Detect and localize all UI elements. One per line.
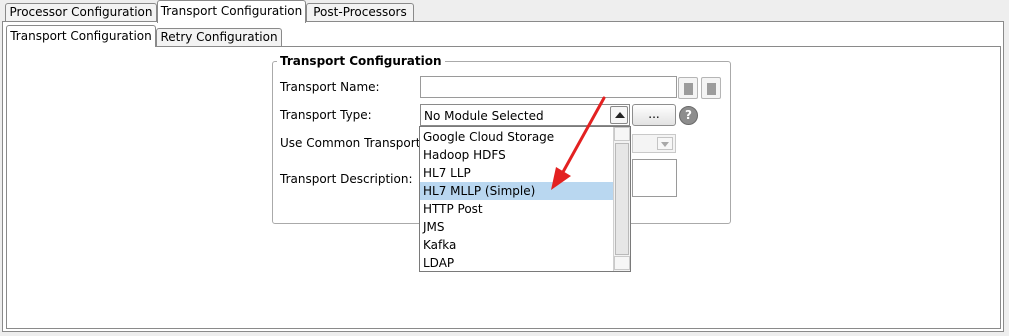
transport-name-input[interactable] [420, 76, 677, 98]
subtab-transport-configuration[interactable]: Transport Configuration [6, 25, 156, 47]
transport-type-label: Transport Type: [280, 108, 372, 122]
group-title: Transport Configuration [277, 54, 445, 68]
dropdown-scrollbar[interactable] [613, 127, 630, 271]
chevron-down-icon [657, 137, 673, 150]
transport-type-dropdown[interactable]: Google Cloud Storage Hadoop HDFS HL7 LLP… [419, 126, 631, 272]
tab-label: Post-Processors [313, 5, 407, 19]
tab-processor-configuration[interactable]: Processor Configuration [5, 3, 157, 22]
dropdown-option[interactable]: JMS [420, 218, 613, 236]
paste-icon [707, 83, 716, 95]
use-common-transport-label: Use Common Transport [280, 136, 421, 150]
dropdown-option[interactable]: Hadoop HDFS [420, 146, 613, 164]
subtab-label: Transport Configuration [10, 29, 152, 43]
transport-description-label: Transport Description: [280, 172, 413, 186]
scroll-up-button[interactable] [614, 127, 630, 141]
scroll-down-button[interactable] [614, 256, 630, 270]
dropdown-option[interactable]: Google Cloud Storage [420, 128, 613, 146]
copy-icon [684, 83, 693, 95]
tab-transport-configuration[interactable]: Transport Configuration [157, 0, 306, 23]
subtab-retry-configuration[interactable]: Retry Configuration [156, 28, 282, 47]
paste-button[interactable] [701, 77, 721, 99]
subtab-label: Retry Configuration [160, 30, 278, 44]
tab-label: Processor Configuration [9, 5, 153, 19]
dropdown-option[interactable]: HTTP Post [420, 200, 613, 218]
common-transport-select[interactable] [632, 134, 676, 153]
tab-label: Transport Configuration [160, 4, 303, 18]
transport-settings-button[interactable]: ... [632, 104, 676, 126]
chevron-up-icon[interactable] [610, 106, 628, 124]
dropdown-option[interactable]: HL7 LLP [420, 164, 613, 182]
tab-post-processors[interactable]: Post-Processors [306, 3, 414, 22]
dropdown-option[interactable]: LDAP [420, 254, 613, 271]
dropdown-option-selected[interactable]: HL7 MLLP (Simple) [420, 182, 613, 200]
transport-description-textarea[interactable] [632, 159, 677, 197]
transport-type-value: No Module Selected [424, 109, 544, 123]
scroll-thumb[interactable] [615, 143, 629, 255]
transport-type-select[interactable]: No Module Selected [420, 104, 630, 126]
dropdown-option[interactable]: Kafka [420, 236, 613, 254]
copy-button[interactable] [678, 77, 698, 99]
help-icon[interactable]: ? [679, 106, 698, 125]
transport-name-label: Transport Name: [280, 80, 380, 94]
